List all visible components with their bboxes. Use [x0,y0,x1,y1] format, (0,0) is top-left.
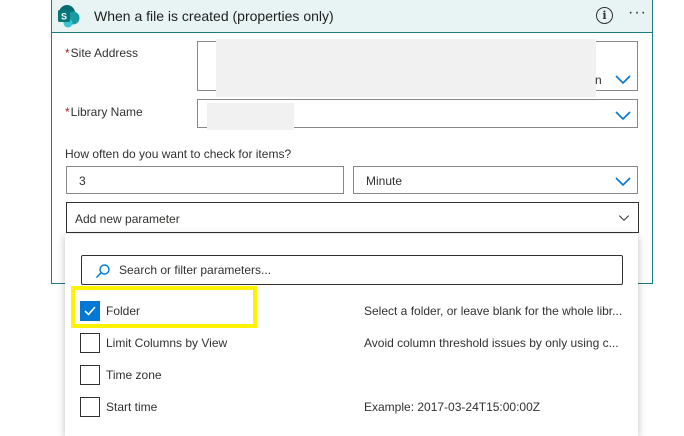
chevron-down-icon[interactable] [614,175,632,187]
chevron-down-icon[interactable] [614,109,632,121]
option-time-zone[interactable]: Time zone [65,361,638,389]
parameter-dropdown: Search or filter parameters... Folder Se… [65,234,638,436]
add-parameter-select[interactable]: Add new parameter [66,202,639,233]
trigger-title: When a file is created (properties only) [94,8,334,24]
option-limit-columns[interactable]: Limit Columns by View Avoid column thres… [65,329,638,357]
start-time-checkbox[interactable] [80,397,100,417]
library-name-field[interactable] [197,99,638,130]
interval-value: 3 [79,174,86,188]
folder-highlight-box [71,286,257,328]
sharepoint-logo-icon: S [58,5,80,28]
redacted-site-address [216,39,596,97]
site-address-value: n [595,73,602,87]
time-zone-checkbox[interactable] [80,365,100,385]
site-address-field[interactable]: n [197,39,638,97]
frequency-select[interactable]: Minute [353,166,638,194]
trigger-card-header[interactable]: S When a file is created (properties onl… [52,0,652,33]
search-placeholder: Search or filter parameters... [119,263,272,277]
svg-text:S: S [61,12,67,22]
site-address-label: *Site Address [65,46,139,60]
frequency-question: How often do you want to check for items… [65,147,292,161]
option-label: Time zone [106,368,162,382]
more-options-icon[interactable]: ··· [628,4,647,22]
info-icon[interactable]: i [596,7,613,24]
frequency-value: Minute [366,174,403,188]
chevron-down-icon[interactable] [617,212,631,224]
search-icon [95,264,110,279]
interval-input[interactable]: 3 [66,166,344,194]
option-description: Select a folder, or leave blank for the … [364,304,623,318]
option-description: Avoid column threshold issues by only us… [364,336,619,350]
chevron-down-icon[interactable] [614,73,632,85]
parameter-search-input[interactable]: Search or filter parameters... [81,255,623,285]
limit-columns-checkbox[interactable] [80,333,100,353]
option-start-time[interactable]: Start time Example: 2017-03-24T15:00:00Z [65,393,638,421]
option-label: Start time [106,400,158,414]
option-description: Example: 2017-03-24T15:00:00Z [364,400,541,414]
add-parameter-label: Add new parameter [75,212,180,226]
redacted-library-name [207,103,294,130]
option-label: Limit Columns by View [106,336,228,350]
library-name-label: *Library Name [65,105,143,119]
